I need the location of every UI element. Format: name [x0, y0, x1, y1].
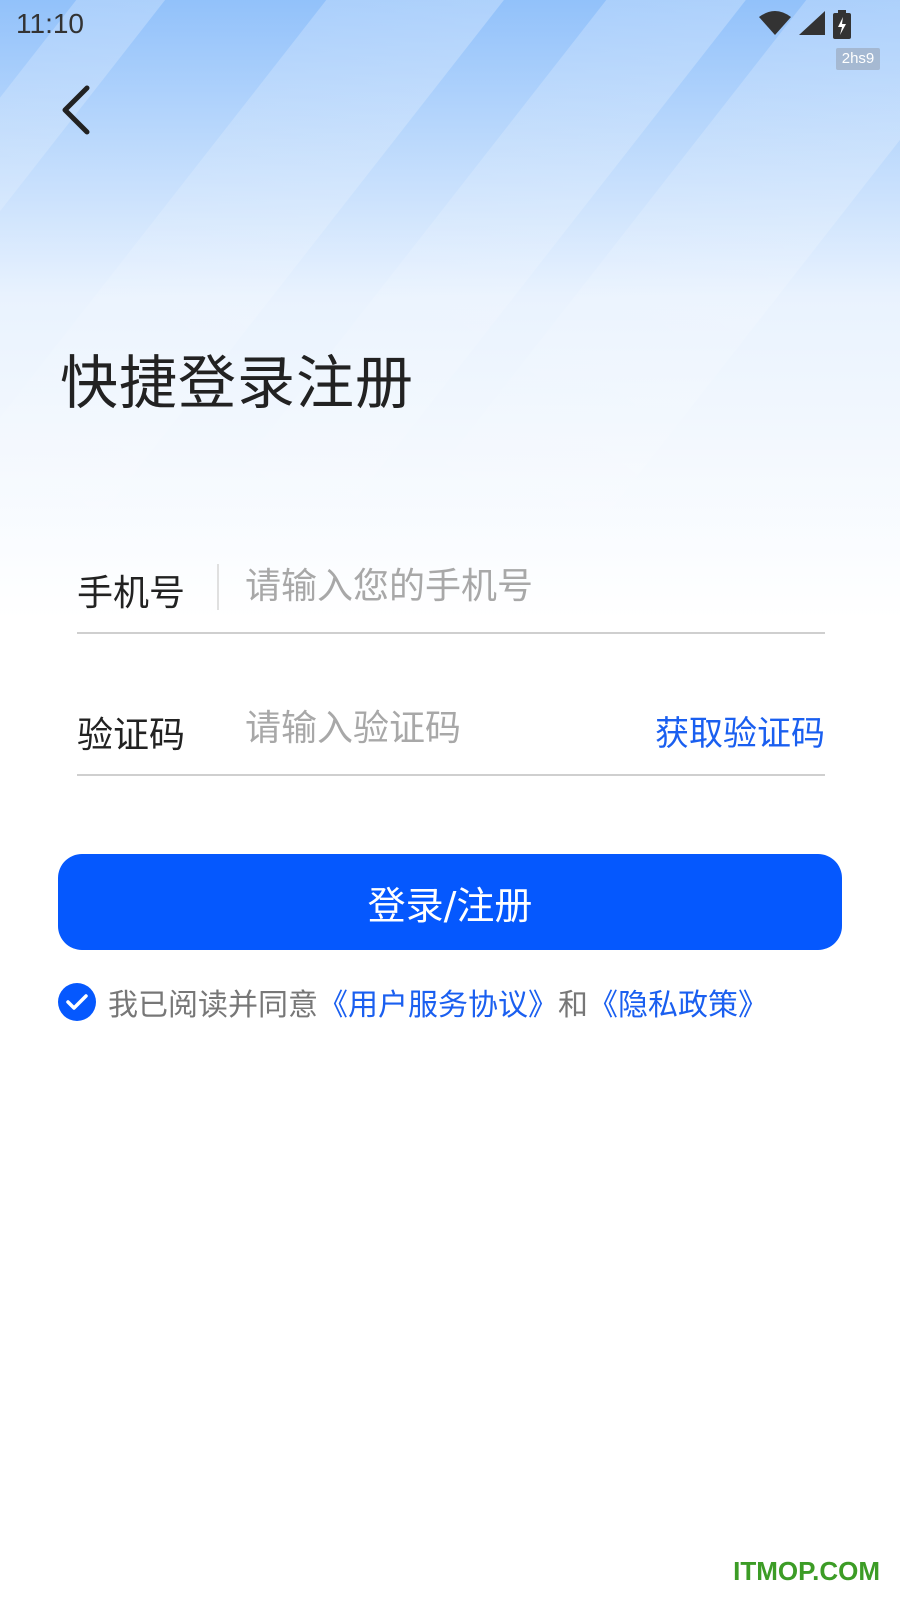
phone-label: 手机号: [77, 573, 186, 614]
agreement-checkbox[interactable]: [58, 983, 96, 1021]
get-code-button[interactable]: 获取验证码: [655, 706, 825, 755]
battery-charging-icon: [833, 10, 851, 39]
agreement-row: 我已阅读并同意 《用户服务协议》 和 《隐私政策》: [58, 980, 768, 1024]
agreement-conjunction: 和: [558, 988, 588, 1023]
signal-icon: [799, 11, 825, 35]
checkmark-icon: [66, 994, 88, 1010]
system-icons: [758, 10, 852, 40]
page-title: 快捷登录注册: [60, 349, 415, 417]
wifi-icon: [759, 11, 791, 35]
field-divider: [217, 564, 219, 610]
privacy-link[interactable]: 《隐私政策》: [588, 980, 768, 1024]
phone-input[interactable]: [245, 560, 665, 612]
debug-badge: 2hs9: [836, 48, 880, 70]
status-bar: 11:10 2hs9: [0, 0, 900, 70]
code-field: 验证码 获取验证码: [77, 682, 825, 776]
back-button[interactable]: [50, 80, 100, 140]
status-time: 11:10: [16, 8, 84, 39]
watermark: ITMOP.COM: [733, 1556, 880, 1586]
phone-field: 手机号: [77, 540, 825, 634]
terms-link[interactable]: 《用户服务协议》: [318, 980, 558, 1024]
header-background: [0, 0, 900, 620]
chevron-left-icon: [62, 85, 90, 135]
login-register-button[interactable]: 登录/注册: [58, 854, 842, 950]
code-label: 验证码: [77, 715, 186, 756]
agreement-prefix: 我已阅读并同意: [108, 988, 318, 1023]
code-input[interactable]: [245, 702, 625, 754]
